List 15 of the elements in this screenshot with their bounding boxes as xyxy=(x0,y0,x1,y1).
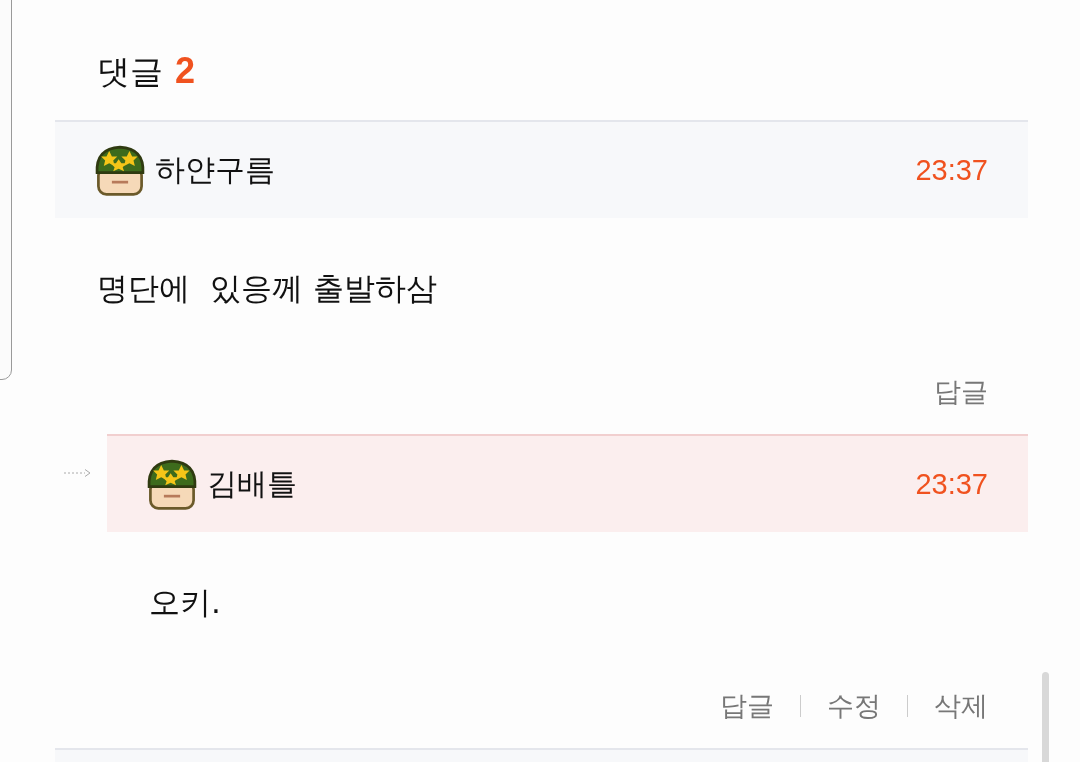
comment-action-link[interactable]: 답글 xyxy=(934,374,988,410)
comment-count: 2 xyxy=(175,50,196,92)
comment-action-link[interactable]: 수정 xyxy=(827,688,881,724)
comment-action-link[interactable]: 답글 xyxy=(720,688,774,724)
author-name: 하얀구름 xyxy=(155,150,275,189)
avatar-icon xyxy=(93,143,147,197)
comment-action-link[interactable]: 삭제 xyxy=(934,688,988,724)
comments-title: 댓글 xyxy=(97,51,163,93)
comment-time: 23:37 xyxy=(915,467,988,501)
avatar-icon xyxy=(145,457,199,511)
comment-text: 오키. xyxy=(148,583,222,622)
author-name: 김배틀 xyxy=(207,464,297,503)
comment-time: 23:37 xyxy=(915,153,988,187)
reply-arrow-icon xyxy=(63,468,93,478)
comment-text: 명단에 있응께 출발하삼 xyxy=(96,269,438,308)
